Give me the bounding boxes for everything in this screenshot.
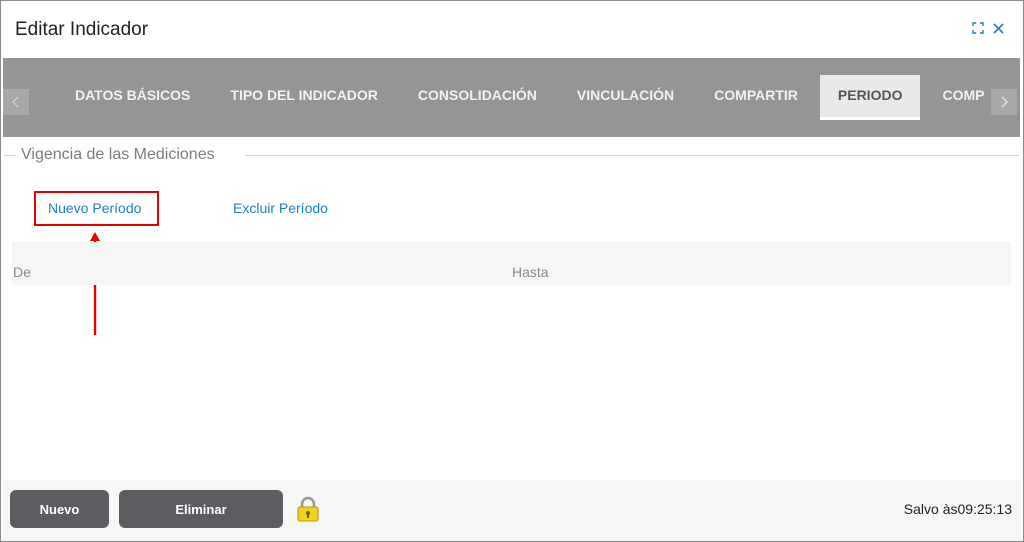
dialog-footer: Nuevo Eliminar Salvo às09:25:13 bbox=[3, 480, 1021, 541]
section-title: Vigencia de las Mediciones bbox=[21, 146, 215, 163]
tab-datos-basicos[interactable]: DATOS BÁSICOS bbox=[55, 75, 210, 120]
edit-indicator-dialog: Editar Indicador DATOS BÁSICOS TIPO DEL … bbox=[0, 0, 1024, 542]
tabs: DATOS BÁSICOS TIPO DEL INDICADOR CONSOLI… bbox=[55, 75, 1004, 120]
tab-scroll-left[interactable] bbox=[3, 89, 29, 115]
section-divider bbox=[4, 155, 16, 156]
period-grid-header: De Hasta bbox=[12, 242, 1011, 285]
new-period-link[interactable]: Nuevo Período bbox=[48, 200, 141, 216]
maximize-icon[interactable] bbox=[971, 21, 985, 35]
tab-scroll-right[interactable] bbox=[991, 89, 1017, 115]
tab-periodo[interactable]: PERIODO bbox=[819, 75, 921, 120]
save-status: Salvo às09:25:13 bbox=[903, 501, 1012, 517]
tab-consolidacion[interactable]: CONSOLIDACIÓN bbox=[398, 75, 557, 120]
delete-button[interactable]: Eliminar bbox=[119, 490, 283, 528]
section-divider bbox=[245, 155, 1019, 156]
tab-compartir[interactable]: COMPARTIR bbox=[694, 75, 818, 120]
lock-icon[interactable] bbox=[296, 496, 320, 527]
column-header-de[interactable]: De bbox=[13, 264, 31, 280]
chevron-left-icon bbox=[11, 96, 19, 108]
column-header-hasta[interactable]: Hasta bbox=[512, 264, 549, 280]
dialog-title: Editar Indicador bbox=[15, 19, 149, 40]
tab-bar: DATOS BÁSICOS TIPO DEL INDICADOR CONSOLI… bbox=[3, 58, 1020, 137]
title-bar: Editar Indicador bbox=[1, 1, 1023, 58]
new-button[interactable]: Nuevo bbox=[10, 490, 109, 528]
exclude-period-link[interactable]: Excluir Período bbox=[233, 200, 328, 216]
tab-vinculacion[interactable]: VINCULACIÓN bbox=[557, 75, 694, 120]
close-icon[interactable] bbox=[991, 21, 1005, 35]
title-actions bbox=[971, 21, 1005, 35]
chevron-right-icon bbox=[1001, 96, 1009, 108]
tab-tipo-indicador[interactable]: TIPO DEL INDICADOR bbox=[210, 75, 398, 120]
